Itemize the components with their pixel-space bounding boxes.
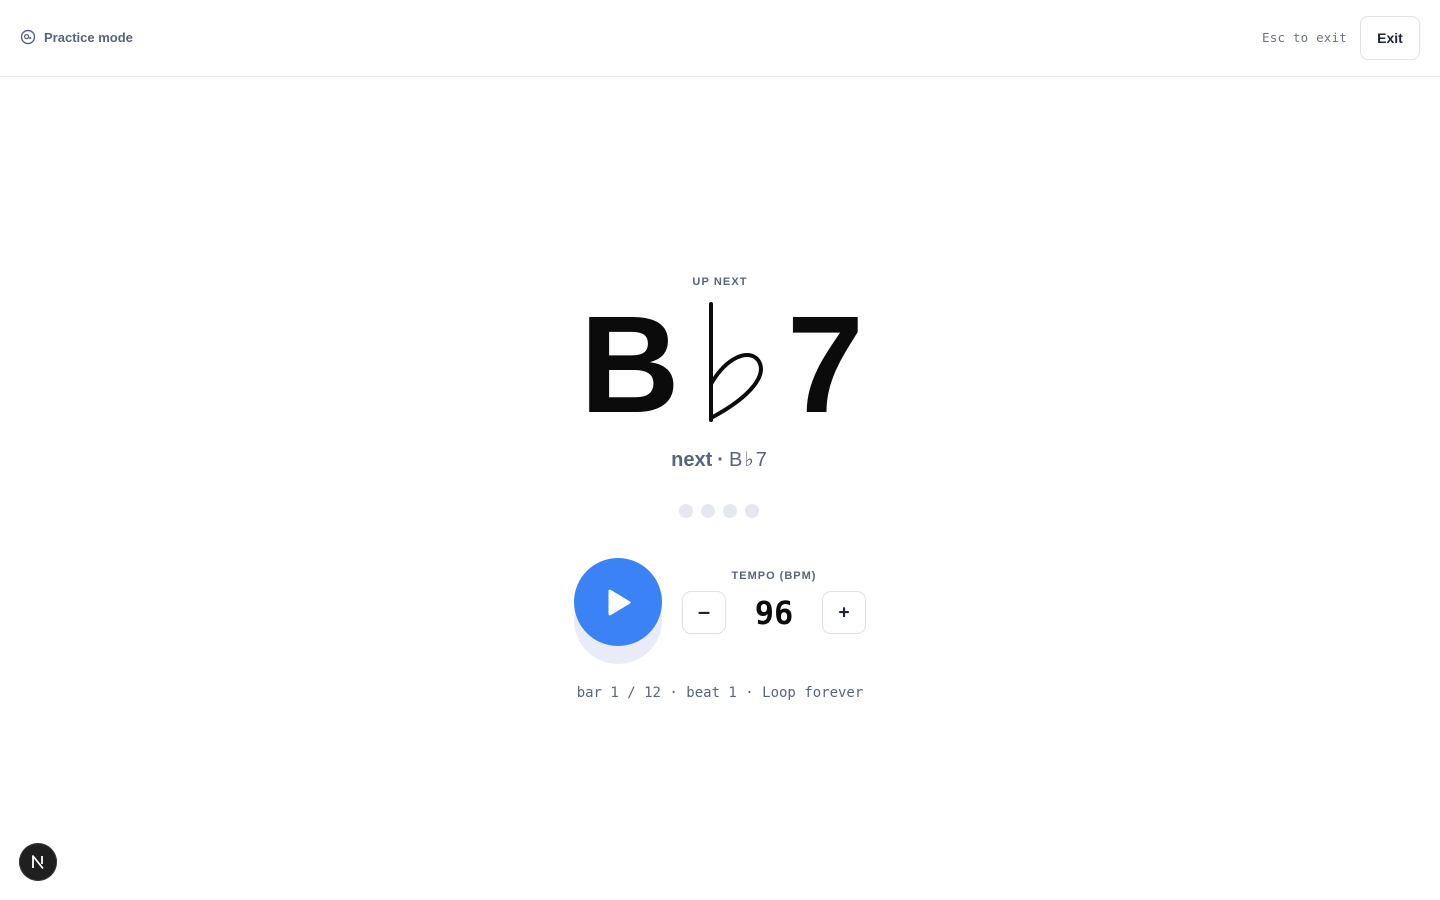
beat-dot-4 — [745, 504, 759, 518]
next-chord: B♭7 — [728, 449, 769, 471]
beat-indicator — [679, 504, 759, 518]
nextjs-logo-icon — [32, 855, 44, 870]
beat-dot-3 — [723, 504, 737, 518]
beat-dot-2 — [701, 504, 715, 518]
next-chord-line: next · B♭7 — [0, 447, 1440, 472]
play-button[interactable] — [574, 558, 662, 646]
next-separator: · — [717, 449, 724, 471]
practice-mode-indicator: Practice mode — [20, 29, 133, 45]
exit-button[interactable]: Exit — [1360, 16, 1420, 60]
current-chord: B 7 — [580, 298, 880, 428]
metronome-icon — [20, 29, 36, 45]
play-control — [574, 558, 662, 664]
practice-mode-label: Practice mode — [44, 29, 133, 45]
playback-status: bar 1 / 12 · beat 1 · Loop forever — [576, 685, 864, 701]
tempo-decrement-button[interactable]: – — [682, 591, 726, 634]
esc-hint: Esc to exit — [1262, 30, 1347, 45]
top-bar: Practice mode Esc to exit Exit — [0, 0, 1440, 77]
play-icon — [608, 589, 631, 616]
chord-quality: 7 — [787, 298, 864, 428]
next-label: next — [671, 449, 713, 471]
flat-sign — [709, 302, 763, 422]
nextjs-dev-badge[interactable] — [19, 843, 57, 881]
up-next-label: UP NEXT — [692, 276, 748, 288]
tempo-label: TEMPO (BPM) — [731, 570, 817, 582]
tempo-increment-button[interactable]: + — [822, 591, 866, 634]
beat-dot-1 — [679, 504, 693, 518]
chord-root: B — [580, 298, 680, 428]
tempo-value: 96 — [754, 594, 794, 632]
